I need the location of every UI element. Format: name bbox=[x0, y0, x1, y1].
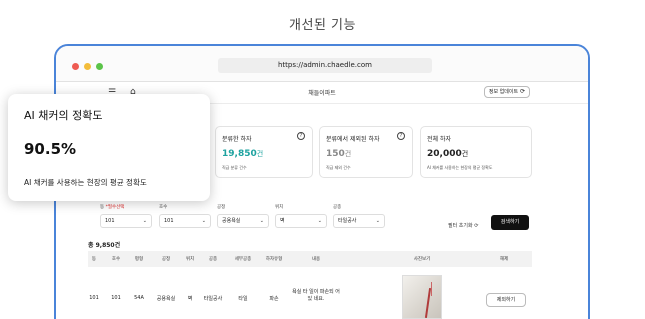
column-header: 사진보기 bbox=[413, 257, 431, 262]
filter-label-dong: 동 *필수선택 bbox=[100, 205, 125, 210]
refresh-icon: ⟳ bbox=[520, 88, 526, 95]
cell-location: 벽 bbox=[187, 296, 193, 302]
reset-filters-button[interactable]: 필터 초기화 ⟳ bbox=[448, 222, 478, 229]
cell-ho: 101 bbox=[111, 295, 121, 301]
column-header: 위치 bbox=[185, 257, 195, 262]
ai-accuracy-value: 90.5% bbox=[24, 140, 77, 158]
chevron-down-icon: ⌄ bbox=[142, 218, 147, 224]
help-icon[interactable]: ? bbox=[397, 132, 405, 140]
update-info-button[interactable]: 정보 업데이트 ⟳ bbox=[484, 86, 530, 98]
cell-process: 공용욕실 bbox=[156, 296, 176, 302]
stat-card-value: 150건 bbox=[326, 149, 352, 159]
cell-dong: 101 bbox=[89, 295, 99, 301]
stat-card-title: 전체 하자 bbox=[427, 136, 451, 143]
browser-chrome: https://admin.chaedle.com bbox=[56, 46, 588, 82]
filter-label-trade: 공종 bbox=[333, 205, 342, 210]
trade-select[interactable]: 타일공사 ⌄ bbox=[333, 214, 385, 228]
ai-accuracy-card: AI 채커의 정확도 90.5% AI 채커를 사용하는 현장의 평균 정확도 bbox=[8, 94, 210, 201]
column-header: 공종 bbox=[208, 257, 218, 262]
refresh-icon: ⟳ bbox=[474, 223, 479, 229]
chevron-down-icon: ⌄ bbox=[317, 218, 322, 224]
stat-card-title: 분류에서 제외된 하자 bbox=[326, 136, 380, 143]
search-button[interactable]: 검색하기 bbox=[491, 215, 529, 230]
column-header: 해제 bbox=[499, 257, 509, 262]
stat-card-excluded: 분류에서 제외된 하자 ? 150건 직급 제외 건수 bbox=[319, 126, 413, 178]
table-header: 동 호수 평형 공정 위치 공종 세부공종 하자유형 내용 사진보기 해제 bbox=[88, 251, 532, 267]
minimize-window-dot[interactable] bbox=[84, 63, 91, 70]
cell-trade: 타일공사 bbox=[203, 296, 223, 302]
column-header: 세부공종 bbox=[234, 257, 252, 262]
total-count: 총 9,850건 bbox=[88, 242, 121, 249]
cell-content: 욕실 타 일이 파손되 어 있 네요. bbox=[292, 289, 340, 302]
column-header: 공정 bbox=[161, 257, 171, 262]
chevron-down-icon: ⌄ bbox=[201, 218, 206, 224]
column-header: 호수 bbox=[111, 257, 121, 262]
column-header: 평형 bbox=[134, 257, 144, 262]
exclude-button[interactable]: 제외하기 bbox=[486, 293, 526, 307]
stat-card-value: 20,000건 bbox=[427, 149, 469, 159]
stat-card-subtitle: 직급 제외 건수 bbox=[326, 165, 351, 170]
stat-card-title: 분류한 하자 bbox=[222, 136, 252, 143]
filter-label-process: 공정 bbox=[217, 205, 226, 210]
filter-label-location: 위치 bbox=[275, 205, 284, 210]
dong-select[interactable]: 101 ⌄ bbox=[100, 214, 152, 228]
help-icon[interactable]: ? bbox=[297, 132, 305, 140]
stat-card-classified: 분류한 하자 ? 19,850건 직급 분류 건수 bbox=[215, 126, 313, 178]
cell-detail-trade: 타일 bbox=[238, 296, 248, 302]
chevron-down-icon: ⌄ bbox=[375, 218, 380, 224]
close-window-dot[interactable] bbox=[72, 63, 79, 70]
maximize-window-dot[interactable] bbox=[96, 63, 103, 70]
cell-size: 54A bbox=[134, 295, 144, 301]
page-heading: 개선된 기능 bbox=[289, 18, 356, 33]
ho-select[interactable]: 101 ⌄ bbox=[159, 214, 211, 228]
ai-accuracy-title: AI 채커의 정확도 bbox=[24, 109, 103, 122]
address-bar[interactable]: https://admin.chaedle.com bbox=[218, 58, 432, 73]
column-header: 내용 bbox=[311, 257, 321, 262]
filter-label-ho: 호수 bbox=[159, 205, 168, 210]
stat-card-subtitle: AI 채커를 사용하는 현장의 평균 정확도 bbox=[427, 165, 493, 170]
chevron-down-icon: ⌄ bbox=[259, 218, 264, 224]
location-select[interactable]: 벽 ⌄ bbox=[275, 214, 327, 228]
cell-defect-type: 파손 bbox=[269, 296, 279, 302]
defect-photo[interactable] bbox=[402, 275, 442, 319]
column-header: 하자유형 bbox=[265, 257, 283, 262]
ai-accuracy-description: AI 채커를 사용하는 현장의 평균 정확도 bbox=[24, 178, 147, 187]
stat-card-total: 전체 하자 20,000건 AI 채커를 사용하는 현장의 평균 정확도 bbox=[420, 126, 532, 178]
update-info-label: 정보 업데이트 bbox=[488, 89, 519, 95]
stat-card-value: 19,850건 bbox=[222, 149, 264, 159]
stat-card-subtitle: 직급 분류 건수 bbox=[222, 165, 247, 170]
process-select[interactable]: 공용욕실 ⌄ bbox=[217, 214, 269, 228]
column-header: 동 bbox=[91, 257, 97, 262]
